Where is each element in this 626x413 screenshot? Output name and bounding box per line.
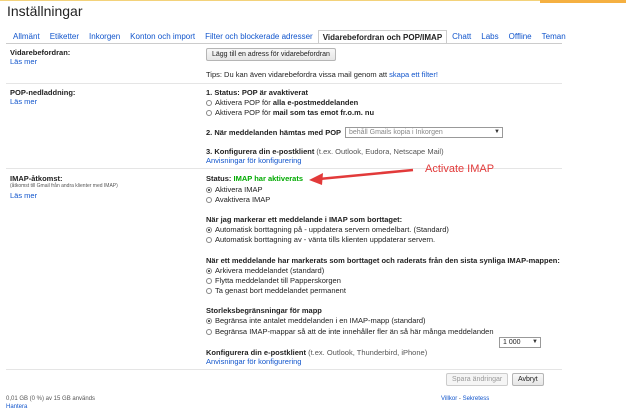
forwarding-tip-text: Tips: Du kan även vidarebefordra vissa m… [206, 70, 388, 79]
imap-status: Status: IMAP har aktiverats [206, 174, 303, 183]
tabs-divider [6, 43, 562, 44]
pop-label: POP-nedladdning: [10, 88, 76, 97]
imap-limit-option[interactable]: Begränsa IMAP-mappar så att de inte inne… [206, 327, 494, 336]
pop-opt1-bold: alla e-postmeddelanden [272, 98, 359, 107]
pop-config-instructions-link[interactable]: Anvisningar för konfigurering [206, 156, 301, 165]
imap-autoexpunge-on-option[interactable]: Automatisk borttagning på - uppdatera se… [206, 225, 449, 234]
tab-filter[interactable]: Filter och blockerade adresser [200, 30, 318, 44]
radio-button[interactable] [206, 328, 212, 335]
forwarding-learn-more-link[interactable]: Läs mer [10, 57, 37, 66]
pop-step2-label: 2. När meddelanden hämtas med POP [206, 128, 342, 137]
imap-archive-label: Arkivera meddelandet (standard) [215, 266, 325, 275]
radio-button[interactable] [206, 236, 212, 243]
activate-imap-annotation: Activate IMAP [425, 163, 495, 175]
radio-button[interactable] [206, 196, 212, 203]
imap-archive-option[interactable]: Arkivera meddelandet (standard) [206, 266, 324, 275]
imap-config: Konfigurera din e-postklient (t.ex. Outl… [206, 348, 427, 357]
pop-status-value: POP är avaktiverat [241, 88, 308, 97]
top-accent-bar [540, 0, 626, 3]
imap-autoexpunge-off-label: Automatisk borttagning av - vänta tills … [215, 235, 436, 244]
imap-limit-select[interactable]: 1 000 ▼ [499, 337, 541, 348]
radio-button[interactable] [206, 99, 212, 106]
imap-no-limit-label: Begränsa inte antalet meddelanden i en I… [215, 316, 426, 325]
terms-link[interactable]: Villkor [441, 396, 457, 402]
footer-links: Villkor - Sekretess [441, 396, 489, 402]
imap-delete-forever-label: Ta genast bort meddelandet permanent [215, 286, 346, 295]
top-border [0, 0, 626, 1]
radio-button[interactable] [206, 287, 212, 294]
imap-trash-label: Flytta meddelandet till Papperskorgen [215, 276, 341, 285]
imap-limit-label: Begränsa IMAP-mappar så att de inte inne… [215, 327, 494, 336]
pop-opt1-text: Aktivera POP för [215, 98, 273, 107]
imap-autoexpunge-off-option[interactable]: Automatisk borttagning av - vänta tills … [206, 235, 435, 244]
pop-step3-bold: 3. Konfigurera din e-postklient [206, 147, 315, 156]
tab-labs[interactable]: Labs [476, 30, 503, 44]
imap-status-value: IMAP har aktiverats [233, 174, 303, 183]
imap-sublabel: (åtkomst till Gmail från andra klienter … [10, 183, 118, 189]
pop-enable-all-option[interactable]: Aktivera POP för alla e-postmeddelanden [206, 98, 358, 107]
imap-disable-option[interactable]: Avaktivera IMAP [206, 195, 270, 204]
imap-config-instructions-link[interactable]: Anvisningar för konfigurering [206, 357, 301, 366]
tab-konton[interactable]: Konton och import [125, 30, 200, 44]
pop-action-value: behåll Gmails kopia i Inkorgen [349, 129, 443, 136]
radio-button[interactable] [206, 109, 212, 116]
tab-teman[interactable]: Teman [537, 30, 571, 44]
imap-delete-forever-option[interactable]: Ta genast bort meddelandet permanent [206, 286, 346, 295]
forwarding-tip: Tips: Du kan även vidarebefordra vissa m… [206, 70, 438, 79]
dropdown-arrow-icon: ▼ [494, 129, 500, 135]
imap-enable-label: Aktivera IMAP [215, 185, 263, 194]
pop-step3: 3. Konfigurera din e-postklient (t.ex. O… [206, 147, 444, 156]
tab-chatt[interactable]: Chatt [447, 30, 476, 44]
tab-forwarding-pop-imap[interactable]: Vidarebefordran och POP/IMAP [317, 30, 448, 44]
save-changes-button[interactable]: Spara ändringar [446, 373, 509, 386]
section-divider [6, 83, 562, 84]
imap-no-limit-option[interactable]: Begränsa inte antalet meddelanden i en I… [206, 316, 426, 325]
pop-step3-rest: (t.ex. Outlook, Eudora, Netscape Mail) [314, 147, 444, 156]
imap-expunge-heading: När ett meddelande har markerats som bor… [206, 256, 560, 265]
tab-offline[interactable]: Offline [504, 30, 537, 44]
radio-button-selected[interactable] [206, 186, 212, 193]
radio-button-selected[interactable] [206, 317, 212, 324]
page-title: Inställningar [7, 3, 83, 19]
create-filter-link[interactable]: skapa ett filter! [389, 70, 438, 79]
pop-status-prefix: 1. Status: [206, 88, 242, 97]
manage-storage-link[interactable]: Hantera [6, 404, 27, 410]
tab-allmant[interactable]: Allmänt [8, 30, 45, 44]
privacy-link[interactable]: Sekretess [463, 396, 490, 402]
pop-learn-more-link[interactable]: Läs mer [10, 97, 37, 106]
add-forwarding-address-button[interactable]: Lägg till en adress för vidarebefordran [206, 48, 336, 61]
dropdown-arrow-icon: ▼ [532, 339, 538, 345]
imap-enable-option[interactable]: Aktivera IMAP [206, 185, 263, 194]
imap-label: IMAP-åtkomst: [10, 174, 63, 183]
imap-trash-option[interactable]: Flytta meddelandet till Papperskorgen [206, 276, 341, 285]
pop-status: 1. Status: POP är avaktiverat [206, 88, 308, 97]
imap-size-heading: Storleksbegränsningar för mapp [206, 306, 322, 315]
section-divider [6, 369, 562, 370]
pop-opt2-text: Aktivera POP för [215, 108, 273, 117]
radio-button-selected[interactable] [206, 226, 212, 233]
tab-inkorgen[interactable]: Inkorgen [84, 30, 125, 44]
pop-opt2-bold: mail som tas emot fr.o.m. nu [272, 108, 375, 117]
imap-config-bold: Konfigurera din e-postklient [206, 348, 307, 357]
imap-disable-label: Avaktivera IMAP [215, 195, 271, 204]
tab-etiketter[interactable]: Etiketter [45, 30, 84, 44]
pop-enable-new-option[interactable]: Aktivera POP för mail som tas emot fr.o.… [206, 108, 374, 117]
cancel-button[interactable]: Avbryt [512, 373, 544, 386]
imap-learn-more-link[interactable]: Läs mer [10, 191, 37, 200]
imap-limit-value: 1 000 [503, 339, 521, 346]
storage-usage: 0,01 GB (0 %) av 15 GB används [6, 396, 96, 402]
radio-button-selected[interactable] [206, 267, 212, 274]
forwarding-label: Vidarebefordran: [10, 48, 71, 57]
settings-tabs: Allmänt Etiketter Inkorgen Konton och im… [8, 30, 571, 44]
pop-action-select[interactable]: behåll Gmails kopia i Inkorgen ▼ [345, 127, 503, 138]
imap-delete-heading: När jag markerar ett meddelande i IMAP s… [206, 215, 403, 224]
radio-button[interactable] [206, 277, 212, 284]
imap-autoexpunge-on-label: Automatisk borttagning på - uppdatera se… [215, 225, 449, 234]
imap-config-rest: (t.ex. Outlook, Thunderbird, iPhone) [306, 348, 428, 357]
imap-status-prefix: Status: [206, 174, 234, 183]
